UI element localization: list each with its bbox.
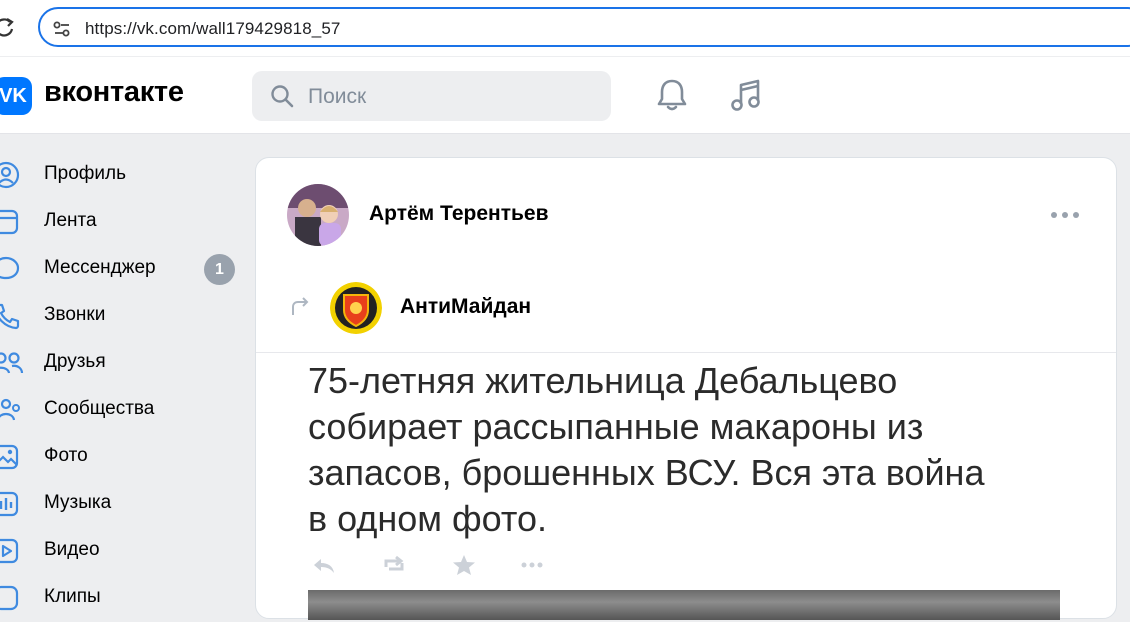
search-icon [271, 85, 294, 108]
video-icon [0, 538, 19, 564]
reload-icon[interactable] [0, 14, 16, 40]
nav-label: Звонки [44, 304, 106, 325]
nav-label: Профиль [44, 163, 127, 184]
nav-item-video[interactable]: Видео [0, 528, 250, 575]
post-author-name[interactable]: Артём Терентьев [369, 202, 548, 226]
left-nav: Профиль Лента Мессенджер 1 Звонки Друзья [0, 152, 250, 622]
unread-badge: 1 [204, 254, 235, 285]
post-text-line: собирает рассыпанные макароны из [308, 406, 924, 447]
search-input[interactable]: Поиск [252, 71, 611, 121]
nav-item-messenger[interactable]: Мессенджер 1 [0, 246, 250, 293]
more-options-icon[interactable] [1050, 210, 1080, 220]
photo-icon [0, 444, 19, 470]
vk-logo-icon[interactable]: VK [0, 77, 32, 115]
post-text-line: в одном фото. [308, 498, 547, 539]
author-avatar[interactable] [287, 184, 349, 246]
post-card: Артём Терентьев АнтиМайдан 75-летняя жит… [255, 157, 1117, 620]
music-note-icon[interactable] [728, 77, 764, 113]
vk-wordmark[interactable]: вконтакте [44, 76, 184, 109]
friends-icon [0, 352, 24, 374]
nav-label: Клипы [44, 586, 101, 607]
bell-icon[interactable] [655, 77, 689, 113]
post-text-line: 75-летняя жительница Дебальцево [308, 360, 898, 401]
star-icon [453, 555, 475, 575]
nav-item-feed[interactable]: Лента [0, 199, 250, 246]
group-avatar[interactable] [330, 282, 382, 334]
nav-label: Мессенджер [44, 257, 156, 278]
address-bar[interactable]: https://vk.com/wall179429818_57 [38, 7, 1130, 47]
group-logo [330, 282, 382, 334]
reply-icon [314, 559, 334, 573]
avatar-photo [287, 184, 349, 246]
nav-label: Видео [44, 539, 100, 560]
nav-item-photos[interactable]: Фото [0, 434, 250, 481]
nav-label: Друзья [44, 351, 106, 372]
more-dots-icon [521, 562, 543, 568]
nav-label: Фото [44, 445, 88, 466]
nav-label: Музыка [44, 492, 112, 513]
share-icon [384, 555, 404, 571]
feed-icon [0, 209, 19, 235]
vk-header: VK вконтакте Поиск [0, 57, 1130, 134]
nav-label: Сообщества [44, 398, 155, 419]
messenger-icon [0, 256, 20, 280]
phone-icon [0, 303, 20, 330]
post-photo[interactable] [308, 590, 1060, 620]
embedded-actions [311, 553, 571, 583]
nav-item-calls[interactable]: Звонки [0, 293, 250, 340]
url-text[interactable]: https://vk.com/wall179429818_57 [85, 19, 340, 39]
nav-item-profile[interactable]: Профиль [0, 152, 250, 199]
music-icon [0, 491, 19, 517]
clips-icon [0, 585, 19, 611]
nav-item-communities[interactable]: Сообщества [0, 387, 250, 434]
nav-item-clips[interactable]: Клипы [0, 575, 250, 622]
communities-icon [0, 398, 20, 421]
nav-item-music[interactable]: Музыка [0, 481, 250, 528]
post-image-text: 75-летняя жительница Дебальцево собирает… [308, 358, 1028, 542]
nav-label: Лента [44, 210, 97, 231]
repost-arrow-icon [292, 297, 309, 315]
site-info-icon[interactable] [52, 19, 72, 39]
browser-toolbar: https://vk.com/wall179429818_57 [0, 0, 1130, 56]
post-text-line: запасов, брошенных ВСУ. Вся эта война [308, 452, 985, 493]
nav-item-friends[interactable]: Друзья [0, 340, 250, 387]
search-placeholder: Поиск [308, 85, 367, 108]
divider [256, 352, 1116, 353]
repost-source-name[interactable]: АнтиМайдан [400, 295, 531, 319]
profile-icon [0, 161, 20, 189]
